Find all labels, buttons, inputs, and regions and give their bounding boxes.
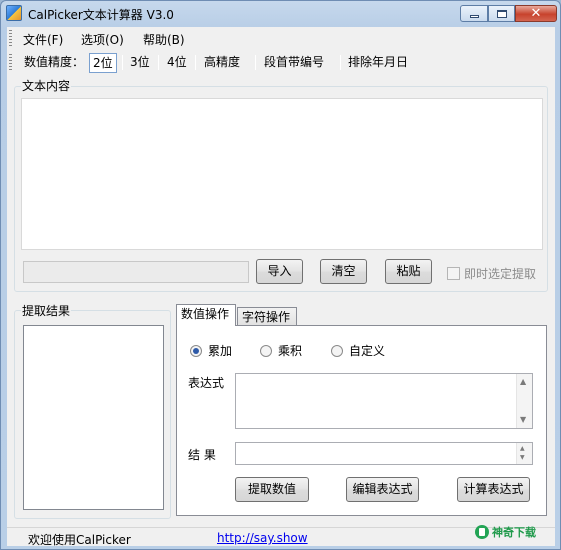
custom-option[interactable]: 自定义 [331,342,385,359]
compute-expression-button[interactable]: 计算表达式 [457,477,530,502]
scroll-up-icon[interactable]: ▲ [520,378,526,386]
maximize-button[interactable] [488,5,515,22]
precision-label: 数值精度： [24,55,85,69]
product-radio[interactable] [260,344,272,357]
window-title: CalPicker文本计算器 V3.0 [28,8,174,22]
close-button[interactable]: ✕ [515,5,557,22]
app-icon [6,5,22,21]
result-output[interactable]: ▲ ▼ [235,442,533,465]
precision-4-button[interactable]: 4位 [164,53,190,73]
menu-options[interactable]: 选项(O) [81,31,124,48]
toolbar-grip[interactable] [9,54,12,70]
watermark: 神奇下载 [475,521,536,543]
paste-button[interactable]: 粘贴 [385,259,432,284]
result-label: 结 果 [188,448,216,462]
high-precision-button[interactable]: 高精度 [201,53,243,73]
custom-radio[interactable] [331,344,343,357]
scroll-down-icon[interactable]: ▼ [520,454,525,462]
status-message: 欢迎使用CalPicker [28,533,131,547]
minimize-button[interactable] [460,5,488,22]
text-content-title: 文本内容 [21,77,72,94]
instant-extract-option[interactable]: 即时选定提取 [447,266,537,281]
menu-bar: 文件(F) 选项(O) 帮助(B) [7,27,555,49]
results-title: 提取结果 [21,302,72,319]
results-list[interactable] [23,325,164,510]
client-area: 文件(F) 选项(O) 帮助(B) 数值精度： 2位 3位 4位 高精度 段首带… [7,27,555,547]
sum-label: 累加 [208,344,233,358]
expression-input[interactable]: ▲ ▼ [235,373,533,429]
paragraph-number-button[interactable]: 段首带编号 [261,53,327,73]
sum-option[interactable]: 累加 [190,342,232,359]
result-scrollbar[interactable]: ▲ ▼ [516,443,532,464]
product-option[interactable]: 乘积 [260,342,302,359]
product-label: 乘积 [278,344,303,358]
toolbar-separator [195,55,196,70]
minimize-icon [469,15,479,18]
sum-radio[interactable] [190,344,202,357]
import-button[interactable]: 导入 [256,259,303,284]
status-bar: 欢迎使用CalPicker http://say.show [7,527,555,547]
clear-button[interactable]: 清空 [320,259,367,284]
exclude-date-button[interactable]: 排除年月日 [345,53,411,73]
menu-file[interactable]: 文件(F) [23,31,63,48]
expression-label: 表达式 [188,376,225,390]
precision-2-button[interactable]: 2位 [89,53,117,73]
extract-values-button[interactable]: 提取数值 [235,477,309,502]
maximize-icon [496,9,507,18]
menu-grip[interactable] [9,30,12,46]
text-content-area[interactable] [21,98,543,250]
toolbar: 数值精度： 2位 3位 4位 高精度 段首带编号 排除年月日 [7,49,555,75]
app-window: CalPicker文本计算器 V3.0 ✕ 文件(F) 选项(O) 帮助(B) … [0,0,561,550]
tab-numeric-ops[interactable]: 数值操作 [176,304,236,326]
menu-help[interactable]: 帮助(B) [143,31,185,48]
toolbar-separator [122,55,123,70]
instant-extract-label: 即时选定提取 [464,266,537,281]
expression-scrollbar[interactable]: ▲ ▼ [516,374,532,428]
toolbar-separator [340,55,341,70]
title-bar[interactable]: CalPicker文本计算器 V3.0 ✕ [1,1,560,27]
custom-label: 自定义 [349,344,386,358]
numeric-ops-panel: 累加 乘积 自定义 表达式 ▲ ▼ 结 果 ▲ ▼ 提取数值 编辑表达式 计算表… [176,325,547,516]
text-search-input[interactable] [23,261,249,283]
scroll-down-icon[interactable]: ▼ [520,416,526,424]
watermark-text: 神奇下载 [492,526,536,539]
precision-3-button[interactable]: 3位 [127,53,153,73]
instant-extract-checkbox[interactable] [447,266,460,280]
website-link[interactable]: http://say.show [217,531,308,545]
edit-expression-button[interactable]: 编辑表达式 [346,477,419,502]
toolbar-separator [158,55,159,70]
scroll-up-icon[interactable]: ▲ [520,445,525,453]
toolbar-separator [255,55,256,70]
close-icon: ✕ [530,6,542,21]
watermark-logo-icon [475,525,489,539]
tab-string-ops[interactable]: 字符操作 [237,307,297,327]
